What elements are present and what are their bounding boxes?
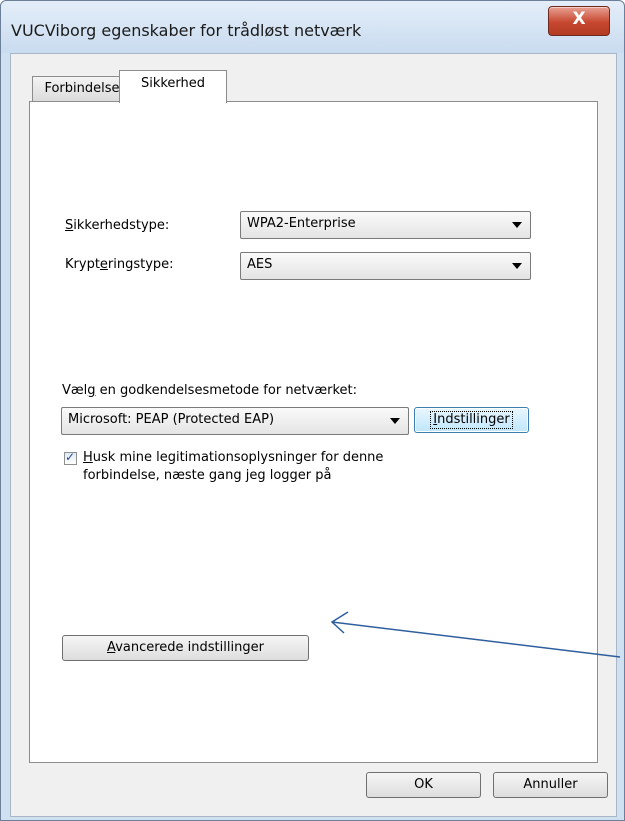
remember-credentials-checkbox[interactable]: ✓ xyxy=(64,450,77,465)
encryption-type-label: Krypteringstype: xyxy=(65,257,174,272)
security-type-label: Sikkerhedstype: xyxy=(65,218,170,233)
encryption-type-value: AES xyxy=(247,257,273,272)
dropdown-arrow-icon xyxy=(390,418,400,424)
window-title: VUCViborg egenskaber for trådløst netvær… xyxy=(11,21,362,40)
properties-dialog: VUCViborg egenskaber for trådløst netvær… xyxy=(0,0,625,821)
ok-label: OK xyxy=(414,777,433,792)
auth-settings-label: Indstillinger xyxy=(430,411,513,429)
auth-settings-button[interactable]: Indstillinger xyxy=(414,407,529,433)
ok-button[interactable]: OK xyxy=(366,772,481,798)
auth-method-value: Microsoft: PEAP (Protected EAP) xyxy=(68,412,275,427)
auth-method-select[interactable]: Microsoft: PEAP (Protected EAP) xyxy=(61,407,409,435)
remember-credentials-label-line2[interactable]: forbindelse, næste gang jeg logger på xyxy=(83,468,331,483)
encryption-type-select[interactable]: AES xyxy=(240,252,531,280)
tab-label: Sikkerhed xyxy=(140,76,206,91)
tab-label: Forbindelse xyxy=(44,81,120,96)
check-icon: ✓ xyxy=(65,450,76,464)
cancel-label: Annuller xyxy=(523,777,578,792)
annotation-arrow-line xyxy=(331,621,621,658)
remember-credentials-label-line1[interactable]: Husk mine legitimationsoplysninger for d… xyxy=(83,450,383,465)
dropdown-arrow-icon xyxy=(512,263,522,269)
cancel-button[interactable]: Annuller xyxy=(493,772,608,798)
close-icon: X xyxy=(572,9,586,29)
advanced-settings-label: Avancerede indstillinger xyxy=(107,640,264,655)
annotation-arrow xyxy=(330,611,621,658)
advanced-settings-button[interactable]: Avancerede indstillinger xyxy=(62,635,309,661)
tab-sikkerhed[interactable]: Sikkerhed xyxy=(119,70,227,103)
dialog-client-area: Forbindelse Sikkerhed Sikkerhedstype: WP… xyxy=(10,53,617,817)
tab-forbindelse[interactable]: Forbindelse xyxy=(32,76,132,101)
close-button[interactable]: X xyxy=(548,6,610,36)
security-type-value: WPA2-Enterprise xyxy=(247,216,356,231)
dropdown-arrow-icon xyxy=(512,222,522,228)
auth-method-label: Vælg en godkendelsesmetode for netværket… xyxy=(62,383,357,398)
security-type-select[interactable]: WPA2-Enterprise xyxy=(240,211,531,239)
title-bar[interactable]: VUCViborg egenskaber for trådløst netvær… xyxy=(1,1,624,53)
